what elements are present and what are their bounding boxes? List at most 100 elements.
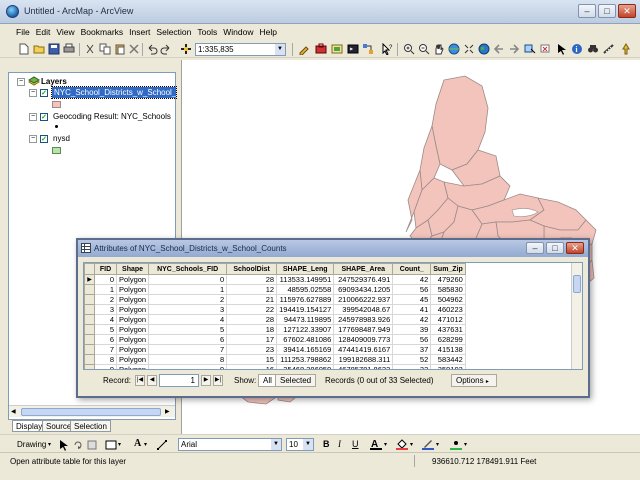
table-cell[interactable]: 56 [392, 284, 432, 295]
column-header[interactable]: SHAPE_Leng [276, 263, 335, 275]
menu-bookmarks[interactable]: Bookmarks [78, 24, 127, 37]
chevron-down-icon[interactable]: ▼ [271, 439, 281, 450]
table-row[interactable]: 2 Polygon 2 21 115976.627889 210066222.937 45 5… [84, 294, 466, 305]
table-row[interactable]: 7 Polygon 7 23 39414.165169 47441419.6167 37 41… [84, 344, 466, 355]
table-cell[interactable]: Polygon [115, 274, 150, 285]
table-cell[interactable]: 479260 [430, 274, 466, 285]
back-arrow-icon[interactable] [493, 43, 505, 55]
table-cell[interactable]: Polygon [115, 324, 150, 335]
row-selector[interactable] [84, 344, 95, 355]
layer-nysd[interactable]: nysd [53, 134, 70, 143]
line-color-icon[interactable] [422, 438, 434, 450]
table-cell[interactable]: 12 [226, 284, 278, 295]
menu-edit[interactable]: Edit [33, 24, 54, 37]
table-row[interactable]: 1 Polygon 1 12 48595.02558 69093434.1205 56 585… [84, 284, 466, 295]
column-header[interactable]: Sum_Zip [430, 263, 466, 275]
table-cell[interactable]: 3 [94, 304, 117, 315]
table-cell[interactable]: Polygon [115, 304, 150, 315]
table-cell[interactable]: 28 [226, 274, 278, 285]
menu-window[interactable]: Window [220, 24, 256, 37]
layer-geocoding-result[interactable]: Geocoding Result: NYC_Schools [53, 112, 171, 121]
table-cell[interactable]: 504962 [430, 294, 466, 305]
hyperlink-icon[interactable] [620, 43, 632, 55]
redo-icon[interactable] [160, 43, 172, 55]
table-cell[interactable]: 7 [148, 344, 228, 355]
clear-selection-icon[interactable] [540, 43, 552, 55]
chevron-down-icon[interactable]: ▾ [48, 441, 51, 448]
table-cell[interactable]: 0 [94, 274, 117, 285]
column-header[interactable]: Shape [115, 263, 150, 275]
table-cell[interactable]: 583442 [430, 354, 466, 365]
table-cell[interactable]: 15 [226, 354, 278, 365]
show-selected-button[interactable]: Selected [275, 374, 317, 387]
table-cell[interactable]: 1 [94, 284, 117, 295]
table-cell[interactable]: 115976.627889 [276, 294, 335, 305]
attr-minimize-button[interactable]: – [526, 242, 544, 254]
table-cell[interactable]: 3 [148, 304, 228, 315]
column-header[interactable]: SHAPE_Area [333, 263, 394, 275]
table-cell[interactable]: 359103 [430, 364, 466, 369]
zoom-out-icon[interactable] [418, 43, 430, 55]
marker-color-icon[interactable] [450, 438, 462, 450]
table-cell[interactable]: Polygon [115, 284, 150, 295]
table-cell[interactable]: 628299 [430, 334, 466, 345]
font-color-icon[interactable]: A [370, 438, 382, 450]
print-icon[interactable] [63, 43, 75, 55]
scroll-left-icon[interactable]: ◀ [11, 408, 19, 416]
table-cell[interactable]: 5 [148, 324, 228, 335]
rectangle-tool-icon[interactable] [105, 439, 117, 451]
table-cell[interactable]: 111253.798862 [276, 354, 335, 365]
layer1-visibility-checkbox[interactable]: ✓ [40, 89, 48, 97]
find-binoculars-icon[interactable] [587, 43, 599, 55]
menu-help[interactable]: Help [256, 24, 279, 37]
table-cell[interactable]: 460223 [430, 304, 466, 315]
minimize-button[interactable]: – [578, 4, 596, 18]
row-selector[interactable] [84, 294, 95, 305]
table-cell[interactable]: 45 [392, 294, 432, 305]
model-builder-icon[interactable] [362, 43, 374, 55]
layer1-collapse-toggle[interactable]: − [29, 89, 37, 97]
table-cell[interactable]: 194419.154127 [276, 304, 335, 315]
attribute-grid[interactable]: FID Shape NYC_Schools_FID SchoolDist SHA… [83, 262, 583, 370]
table-cell[interactable]: 8 [94, 354, 117, 365]
layer2-point-symbol[interactable] [55, 125, 58, 128]
table-cell[interactable]: 39 [392, 324, 432, 335]
table-cell[interactable]: Polygon [115, 314, 150, 325]
chevron-down-icon[interactable]: ▾ [410, 441, 413, 448]
close-button[interactable]: ✕ [618, 4, 636, 18]
table-cell[interactable]: 177698487.949 [333, 324, 394, 335]
arccatalog-icon[interactable] [331, 43, 343, 55]
font-name-combo[interactable]: Arial ▼ [178, 438, 282, 451]
chevron-down-icon[interactable]: ▼ [303, 439, 313, 450]
table-cell[interactable]: 210066222.937 [333, 294, 394, 305]
globe-icon[interactable] [478, 43, 490, 55]
column-header[interactable]: SchoolDist [226, 263, 278, 275]
table-cell[interactable]: 247529376.491 [333, 274, 394, 285]
table-row[interactable]: 6 Polygon 6 17 67602.481086 128409009.773 56 62… [84, 334, 466, 345]
save-icon[interactable] [48, 43, 60, 55]
select-features-icon[interactable] [524, 43, 536, 55]
fixed-zoom-in-icon[interactable] [463, 43, 475, 55]
table-cell[interactable]: 2 [94, 294, 117, 305]
table-cell[interactable]: 41 [392, 304, 432, 315]
options-button[interactable]: Options ▸ [451, 374, 497, 387]
table-cell[interactable]: 1 [148, 284, 228, 295]
select-elements-icon[interactable] [556, 43, 568, 55]
bold-button[interactable]: B [323, 439, 330, 449]
map-scale-combo[interactable]: 1:335,835 ▼ [195, 43, 286, 56]
copy-icon[interactable] [99, 43, 111, 55]
row-selector[interactable] [84, 284, 95, 295]
table-cell[interactable]: 5 [94, 324, 117, 335]
pan-hand-icon[interactable] [433, 43, 445, 55]
table-cell[interactable]: 4 [94, 314, 117, 325]
open-folder-icon[interactable] [33, 43, 45, 55]
maximize-button[interactable]: □ [598, 4, 616, 18]
row-selector[interactable] [84, 334, 95, 345]
drawing-menu[interactable]: Drawing [17, 440, 46, 449]
table-cell[interactable]: 9 [148, 364, 228, 369]
row-selector[interactable] [84, 314, 95, 325]
fill-color-icon[interactable] [396, 438, 408, 450]
full-extent-icon[interactable] [448, 43, 460, 55]
zoom-whole-page-icon[interactable] [86, 439, 98, 451]
undo-icon[interactable] [146, 43, 158, 55]
